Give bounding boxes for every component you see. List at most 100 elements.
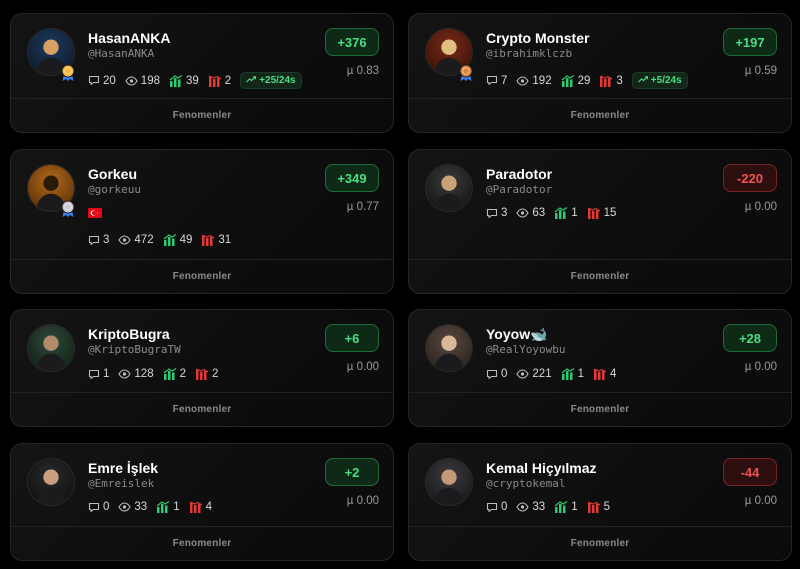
comment-count: 0 — [103, 501, 110, 513]
bearish-count: 2 — [212, 368, 219, 380]
mu-value: µ 0.83 — [346, 65, 379, 77]
influencer-card[interactable]: Kemal Hiçyılmaz @cryptokemal 0 33 1 5 -44 µ 0.0… — [408, 443, 792, 561]
influencer-handle: @Emreislek — [88, 477, 155, 490]
influencer-name[interactable]: Crypto Monster — [486, 30, 589, 46]
influencer-name[interactable]: Yoyow🐋 — [486, 326, 548, 343]
eye-icon — [516, 369, 530, 379]
bullish-chart-icon — [163, 368, 177, 380]
fenomenler-link[interactable]: Fenomenler — [11, 392, 393, 426]
fenomenler-link[interactable]: Fenomenler — [11, 98, 393, 132]
bearish-chart-icon — [593, 368, 607, 380]
comment-count: 3 — [103, 234, 110, 246]
bullish-count: 2 — [179, 368, 186, 380]
influencer-card[interactable]: Emre İşlek @Emreislek 0 33 1 4 +2 µ 0.00 Fenomen… — [10, 443, 394, 561]
comment-icon — [88, 235, 100, 246]
bullish-chart-icon — [561, 368, 575, 380]
eye-icon — [118, 502, 132, 512]
score-badge: +28 — [723, 324, 777, 352]
stats-row: 3 63 1 15 — [486, 207, 616, 219]
fenomenler-link[interactable]: Fenomenler — [11, 526, 393, 560]
bearish-count: 4 — [610, 368, 617, 380]
bearish-count: 31 — [218, 234, 232, 246]
score-badge: +6 — [325, 324, 379, 352]
comment-icon — [486, 208, 498, 219]
view-count: 192 — [532, 74, 552, 87]
stats-row: 7 192 29 3 +5/24s — [486, 72, 688, 89]
bullish-chart-icon — [561, 74, 575, 87]
influencer-handle: @cryptokemal — [486, 477, 566, 490]
streak-badge: +5/24s — [631, 72, 688, 89]
comment-count: 3 — [501, 207, 508, 219]
influencer-name[interactable]: Kemal Hiçyılmaz — [486, 460, 597, 476]
streak-badge: +25/24s — [240, 72, 302, 89]
avatar[interactable] — [425, 324, 473, 372]
avatar[interactable] — [27, 458, 75, 506]
influencer-card[interactable]: Yoyow🐋 @RealYoyowbu 0 221 1 4 +28 µ 0.00 Fenomen… — [408, 309, 792, 427]
bullish-count: 39 — [185, 74, 199, 87]
comment-count: 1 — [103, 368, 110, 380]
bearish-count: 5 — [603, 501, 611, 513]
bullish-count: 1 — [173, 501, 180, 513]
fenomenler-link[interactable]: Fenomenler — [409, 392, 791, 426]
mu-value: µ 0.00 — [744, 201, 777, 213]
bearish-chart-icon — [587, 207, 601, 219]
eye-icon — [516, 502, 530, 512]
eye-icon — [516, 208, 530, 218]
comment-count: 0 — [501, 501, 508, 513]
comment-icon — [88, 75, 100, 86]
bearish-chart-icon — [599, 74, 613, 87]
bullish-chart-icon — [554, 501, 568, 513]
influencer-card[interactable]: Crypto Monster @ibrahimklczb 7 192 29 3 +5/24s… — [408, 13, 792, 133]
turkey-flag-icon — [88, 205, 102, 223]
eye-icon — [125, 75, 138, 86]
influencer-handle: @KriptoBugraTW — [88, 343, 181, 356]
comment-icon — [88, 502, 100, 513]
comment-icon — [486, 75, 498, 86]
influencer-handle: @ibrahimklczb — [486, 47, 573, 60]
fenomenler-link[interactable]: Fenomenler — [409, 526, 791, 560]
bullish-count: 29 — [577, 74, 591, 87]
bullish-count: 1 — [571, 501, 578, 513]
avatar[interactable] — [425, 458, 473, 506]
score-badge: +349 — [325, 164, 379, 192]
fenomenler-link[interactable]: Fenomenler — [409, 98, 791, 132]
comment-count: 20 — [103, 74, 116, 87]
influencer-name[interactable]: KriptoBugra — [88, 326, 170, 342]
influencer-name[interactable]: Gorkeu — [88, 166, 137, 182]
fenomenler-link[interactable]: Fenomenler — [409, 259, 791, 293]
influencer-card[interactable]: HasanANKA @HasanANKA 20 198 39 2 +25/24s +376 µ … — [10, 13, 394, 133]
bullish-count: 49 — [179, 234, 193, 246]
eye-icon — [516, 75, 530, 86]
silver-medal-icon — [61, 200, 75, 218]
mu-value: µ 0.00 — [744, 495, 777, 507]
bearish-count: 2 — [224, 74, 232, 87]
influencer-name[interactable]: HasanANKA — [88, 30, 170, 46]
streak-value: +25/24s — [259, 75, 296, 86]
avatar[interactable] — [425, 164, 473, 212]
bearish-count: 4 — [205, 501, 213, 513]
comment-icon — [486, 369, 498, 380]
influencer-card[interactable]: Gorkeu @gorkeuu 3 472 49 31 +349 µ 0.77 Fenomenl… — [10, 149, 394, 294]
fenomenler-link[interactable]: Fenomenler — [11, 259, 393, 293]
bullish-chart-icon — [169, 74, 183, 87]
bullish-chart-icon — [163, 234, 177, 246]
mu-value: µ 0.00 — [346, 361, 379, 373]
mu-value: µ 0.77 — [346, 201, 379, 213]
influencer-name[interactable]: Paradotor — [486, 166, 552, 182]
influencer-handle: @RealYoyowbu — [486, 343, 566, 356]
bullish-chart-icon — [554, 207, 568, 219]
bearish-chart-icon — [195, 368, 209, 380]
influencer-card[interactable]: Paradotor @Paradotor 3 63 1 15 -220 µ 0.00 Fenom… — [408, 149, 792, 294]
bearish-count: 15 — [603, 207, 617, 219]
influencer-handle: @Paradotor — [486, 183, 553, 196]
score-badge: +197 — [723, 28, 777, 56]
bearish-chart-icon — [208, 74, 222, 87]
bearish-chart-icon — [587, 501, 601, 513]
view-count: 198 — [140, 74, 160, 87]
influencer-name[interactable]: Emre İşlek — [88, 460, 158, 476]
avatar[interactable] — [27, 324, 75, 372]
bullish-chart-icon — [156, 501, 170, 513]
influencer-handle: @gorkeuu — [88, 183, 141, 196]
influencer-card[interactable]: KriptoBugra @KriptoBugraTW 1 128 2 2 +6 µ 0.00 F… — [10, 309, 394, 427]
stats-row: 0 33 1 4 — [88, 501, 212, 513]
